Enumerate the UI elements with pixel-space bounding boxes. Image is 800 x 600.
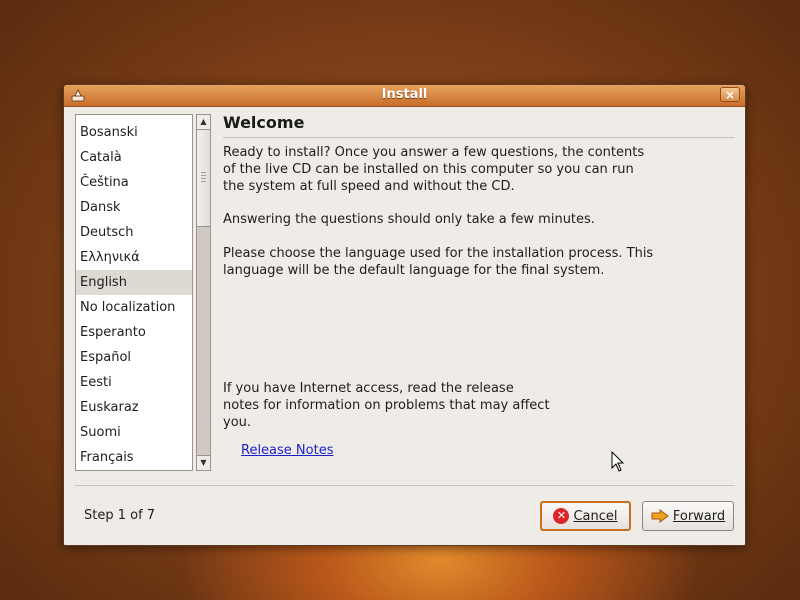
language-item[interactable]: Euskaraz bbox=[76, 395, 192, 420]
language-item[interactable]: No localization bbox=[76, 295, 192, 320]
language-list[interactable]: Bosanski Català Čeština Dansk Deutsch Ελληνικ… bbox=[75, 114, 193, 471]
language-item[interactable]: Čeština bbox=[76, 170, 192, 195]
forward-button[interactable]: Forward bbox=[642, 501, 734, 531]
cancel-button-label: Cancel bbox=[573, 508, 618, 524]
language-item[interactable]: English bbox=[76, 270, 192, 295]
close-icon: × bbox=[724, 88, 736, 102]
language-list-scrollbar[interactable]: ▲ ▼ bbox=[196, 114, 211, 471]
duration-paragraph: Answering the questions should only take… bbox=[223, 212, 595, 227]
language-item[interactable]: Suomi bbox=[76, 420, 192, 445]
install-window: Install × Bosanski Català Čeština Dansk Deut… bbox=[63, 84, 746, 546]
cancel-icon: ✕ bbox=[553, 508, 570, 524]
close-button[interactable]: × bbox=[720, 87, 740, 102]
language-item[interactable]: Dansk bbox=[76, 195, 192, 220]
step-indicator: Step 1 of 7 bbox=[84, 508, 156, 523]
language-item[interactable]: Français bbox=[76, 445, 192, 470]
language-item[interactable]: Español bbox=[76, 345, 192, 370]
mouse-pointer-icon bbox=[611, 451, 625, 472]
language-item[interactable]: Català bbox=[76, 145, 192, 170]
cancel-button[interactable]: ✕ Cancel bbox=[540, 501, 631, 531]
window-title: Install bbox=[381, 87, 428, 102]
release-notes-link[interactable]: Release Notes bbox=[241, 443, 333, 458]
intro-paragraph: Ready to install? Once you answer a few … bbox=[223, 145, 645, 194]
footer-divider bbox=[75, 485, 735, 486]
scroll-up-arrow-icon[interactable]: ▲ bbox=[197, 115, 210, 130]
release-notes-paragraph: If you have Internet access, read the re… bbox=[223, 381, 550, 430]
forward-button-label: Forward bbox=[672, 508, 726, 524]
language-item[interactable]: Ελληνικά bbox=[76, 245, 192, 270]
language-item[interactable]: Bosanski bbox=[76, 120, 192, 145]
language-item[interactable]: Deutsch bbox=[76, 220, 192, 245]
forward-arrow-icon bbox=[651, 509, 669, 523]
language-item[interactable]: Esperanto bbox=[76, 320, 192, 345]
scroll-down-arrow-icon[interactable]: ▼ bbox=[197, 455, 210, 470]
title-bar[interactable]: Install × bbox=[64, 85, 745, 107]
page-title: Welcome bbox=[223, 113, 305, 132]
language-item[interactable]: Eesti bbox=[76, 370, 192, 395]
heading-divider bbox=[223, 137, 735, 138]
language-paragraph: Please choose the language used for the … bbox=[223, 246, 654, 278]
scrollbar-thumb[interactable] bbox=[197, 130, 210, 227]
grip-icon bbox=[201, 172, 206, 184]
